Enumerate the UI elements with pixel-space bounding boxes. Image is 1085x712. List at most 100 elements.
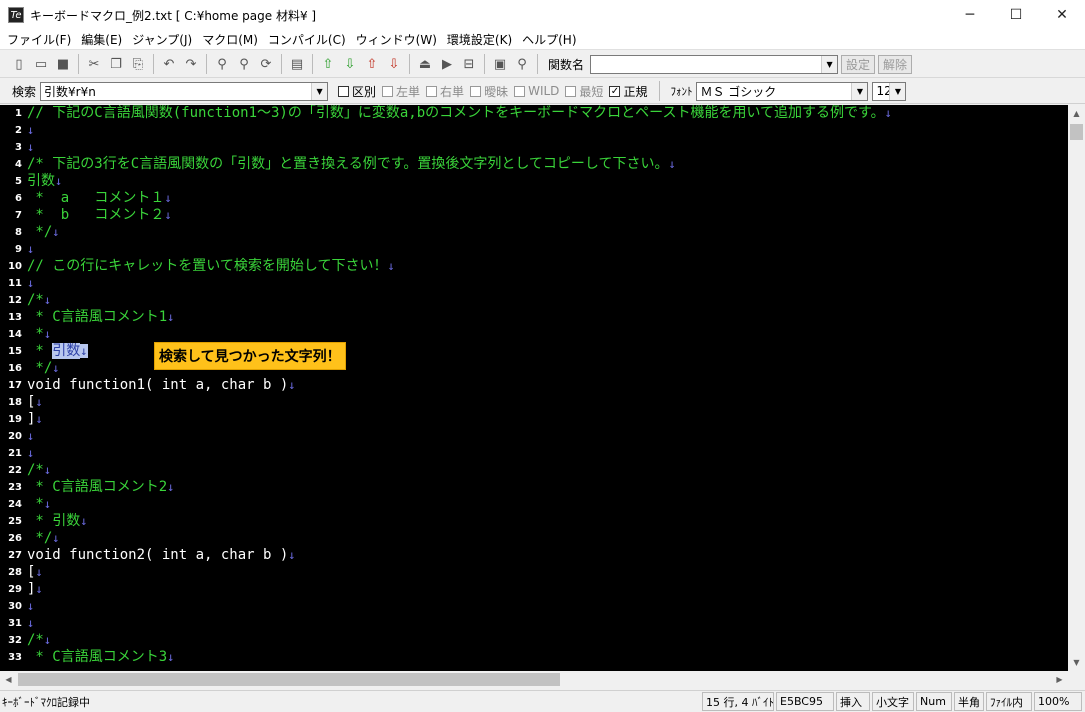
editor-line[interactable]: 18 [↓ — [0, 394, 1068, 411]
editor-line[interactable]: 28 [↓ — [0, 564, 1068, 581]
macro-record-icon[interactable]: ⏏ — [414, 53, 436, 75]
function-name-combo[interactable]: ▼ — [590, 54, 839, 74]
font-select[interactable]: ＭＳ ゴシック ▼ — [696, 81, 869, 101]
editor-line[interactable]: 29]↓ — [0, 581, 1068, 598]
chevron-down-icon[interactable]: ▼ — [821, 55, 838, 73]
macro-play-icon[interactable]: ▶ — [436, 53, 458, 75]
editor-line[interactable]: 4 /* 下記の3行をC言語風関数の「引数」と置き換える例です。置換後文字列として… — [0, 156, 1068, 173]
checkbox-wild[interactable]: WILD — [514, 84, 559, 98]
editor-line[interactable]: 22 /*↓ — [0, 462, 1068, 479]
menu-help[interactable]: ヘルプ(H) — [517, 31, 581, 48]
text-editor[interactable]: 1 // 下記のC言語風関数(function1〜3)の「引数」に変数a,bのコメ… — [0, 105, 1068, 671]
paste-icon[interactable]: ⎘ — [127, 53, 149, 75]
grep-icon[interactable]: ▤ — [286, 53, 308, 75]
scroll-right-icon[interactable]: ▶ — [1051, 671, 1068, 688]
editor-line[interactable]: 6 * a コメント１↓ — [0, 190, 1068, 207]
scroll-down-icon[interactable]: ▼ — [1068, 654, 1085, 671]
editor-line[interactable]: 31 ↓ — [0, 615, 1068, 632]
menu-settings[interactable]: 環境設定(K) — [442, 31, 517, 48]
open-file-icon[interactable]: ▭ — [30, 53, 52, 75]
editor-line[interactable]: 32 /*↓ — [0, 632, 1068, 649]
copy-icon[interactable]: ❐ — [105, 53, 127, 75]
editor-line[interactable]: 30 ↓ — [0, 598, 1068, 615]
search-input[interactable]: 引数¥r¥n ▼ — [40, 81, 329, 101]
replace-icon[interactable]: ⟳ — [255, 53, 277, 75]
editor-line[interactable]: 17 void function1( int a, char b )↓ — [0, 377, 1068, 394]
vertical-scrollbar[interactable]: ▲ ▼ — [1068, 105, 1085, 671]
release-button[interactable]: 解除 — [878, 54, 913, 74]
eol-mark: ↓ — [80, 514, 88, 528]
menu-window[interactable]: ウィンドウ(W) — [351, 31, 442, 48]
editor-line[interactable]: 23 * C言語風コメント2↓ — [0, 479, 1068, 496]
editor-line[interactable]: 8 */↓ — [0, 224, 1068, 241]
editor-line[interactable]: 11 ↓ — [0, 275, 1068, 292]
scroll-thumb[interactable] — [1070, 124, 1083, 140]
editor-line[interactable]: 27 void function2( int a, char b )↓ — [0, 547, 1068, 564]
checkbox-box[interactable] — [514, 85, 526, 97]
horizontal-scrollbar[interactable]: ◀ ▶ — [0, 671, 1068, 688]
checkbox-left-word[interactable]: 左単 — [382, 83, 420, 100]
chevron-down-icon[interactable]: ▼ — [311, 82, 328, 100]
scroll-up-icon[interactable]: ▲ — [1068, 105, 1085, 122]
editor-line[interactable]: 7 * b コメント２↓ — [0, 207, 1068, 224]
save-icon[interactable]: ■ — [52, 53, 74, 75]
pin-icon[interactable]: ⚲ — [511, 53, 533, 75]
editor-line[interactable]: 9 ↓ — [0, 241, 1068, 258]
checkbox-box[interactable] — [470, 85, 482, 97]
editor-line[interactable]: 13 * C言語風コメント1↓ — [0, 309, 1068, 326]
checkbox-case[interactable]: 区別 — [338, 83, 376, 100]
checkbox-right-word[interactable]: 右単 — [426, 83, 464, 100]
checkbox-box[interactable] — [338, 85, 350, 97]
checkbox-shortest[interactable]: 最短 — [565, 83, 603, 100]
editor-line[interactable]: 33 * C言語風コメント3↓ — [0, 649, 1068, 666]
cut-icon[interactable]: ✂ — [83, 53, 105, 75]
editor-line[interactable]: 21 ↓ — [0, 445, 1068, 462]
checkbox-fuzzy[interactable]: 曖昧 — [470, 83, 508, 100]
checkbox-box[interactable] — [382, 85, 394, 97]
set-button[interactable]: 設定 — [841, 54, 876, 74]
jump-next-icon[interactable]: ⇩ — [383, 53, 405, 75]
editor-line[interactable]: 3 ↓ — [0, 139, 1068, 156]
jump-up-icon[interactable]: ⇧ — [317, 53, 339, 75]
editor-line[interactable]: 5 引数↓ — [0, 173, 1068, 190]
line-number: 24 — [8, 499, 22, 510]
menu-file[interactable]: ファイル(F) — [2, 31, 76, 48]
scroll-left-icon[interactable]: ◀ — [0, 671, 17, 688]
editor-line[interactable]: 10 // この行にキャレットを置いて検索を開始して下さい！↓ — [0, 258, 1068, 275]
font-size-select[interactable]: 12 ▼ — [872, 81, 907, 101]
search-next-icon[interactable]: ⚲ — [233, 53, 255, 75]
scroll-thumb[interactable] — [18, 673, 560, 686]
chevron-down-icon[interactable]: ▼ — [851, 82, 868, 100]
checkbox-box[interactable] — [565, 85, 577, 97]
editor-line[interactable]: 12 /*↓ — [0, 292, 1068, 309]
editor-line[interactable]: 19]↓ — [0, 411, 1068, 428]
chevron-down-icon[interactable]: ▼ — [889, 82, 906, 100]
search-icon[interactable]: ⚲ — [211, 53, 233, 75]
undo-icon[interactable]: ↶ — [158, 53, 180, 75]
menu-edit[interactable]: 編集(E) — [76, 31, 127, 48]
menu-macro[interactable]: マクロ(M) — [197, 31, 263, 48]
checkbox-regex[interactable]: ✓ 正規 — [609, 83, 647, 100]
maximize-button[interactable]: ☐ — [993, 0, 1039, 30]
menu-jump[interactable]: ジャンプ(J) — [127, 31, 197, 48]
minimize-button[interactable]: ─ — [947, 0, 993, 30]
close-button[interactable]: ✕ — [1039, 0, 1085, 30]
jump-prev-icon[interactable]: ⇧ — [361, 53, 383, 75]
console-icon[interactable]: ▣ — [489, 53, 511, 75]
menu-compile[interactable]: コンパイル(C) — [263, 31, 351, 48]
editor-line[interactable]: 25 * 引数↓ — [0, 513, 1068, 530]
editor-line[interactable]: 2 ↓ — [0, 122, 1068, 139]
split-window-icon[interactable]: ⊟ — [458, 53, 480, 75]
editor-line[interactable]: 20 ↓ — [0, 428, 1068, 445]
line-text: * 引数↓ — [27, 343, 88, 360]
new-file-icon[interactable]: ▯ — [8, 53, 30, 75]
jump-down-icon[interactable]: ⇩ — [339, 53, 361, 75]
checkmark-icon[interactable]: ✓ — [609, 85, 621, 97]
editor-line[interactable]: 1 // 下記のC言語風関数(function1〜3)の「引数」に変数a,bのコメ… — [0, 105, 1068, 122]
editor-line[interactable]: 24 *↓ — [0, 496, 1068, 513]
checkbox-box[interactable] — [426, 85, 438, 97]
editor-line[interactable]: 14 *↓ — [0, 326, 1068, 343]
editor-line[interactable]: 26 */↓ — [0, 530, 1068, 547]
toolbar-divider — [78, 54, 79, 74]
redo-icon[interactable]: ↷ — [180, 53, 202, 75]
